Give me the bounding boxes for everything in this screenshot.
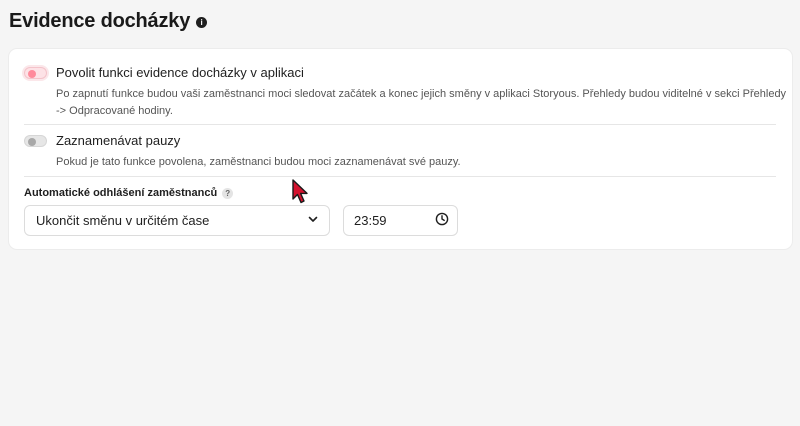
page-header: Evidence docházky i: [9, 10, 208, 33]
divider: [24, 124, 776, 125]
breaks-toggle[interactable]: [24, 135, 47, 147]
divider: [24, 176, 776, 177]
info-icon[interactable]: i: [196, 17, 208, 28]
attendance-description-line1: Po zapnutí funkce budou vaši zaměstnanci…: [56, 88, 787, 100]
page-title: Evidence docházky: [9, 10, 191, 32]
attendance-toggle-label: Povolit funkci evidence docházky v aplik…: [56, 65, 304, 80]
auto-logout-select-value: Ukončit směnu v určitém čase: [36, 213, 210, 228]
toggle-knob: [28, 70, 36, 78]
auto-logout-time-input[interactable]: 23:59: [343, 205, 458, 236]
chevron-down-icon: [307, 213, 319, 228]
attendance-description-line2: -> Odpracované hodiny.: [56, 105, 173, 117]
breaks-description: Pokud je tato funkce povolena, zaměstnan…: [56, 156, 461, 168]
settings-card: Povolit funkci evidence docházky v aplik…: [9, 49, 792, 249]
help-icon[interactable]: ?: [222, 187, 234, 199]
clock-icon[interactable]: [435, 212, 449, 229]
attendance-toggle[interactable]: [24, 67, 47, 79]
toggle-knob: [28, 138, 36, 146]
auto-logout-label: Automatické odhlášení zaměstnanců ?: [24, 187, 234, 199]
mouse-cursor-icon: [291, 179, 311, 210]
attendance-description: Po zapnutí funkce budou vaši zaměstnanci…: [56, 86, 786, 120]
auto-logout-select[interactable]: Ukončit směnu v určitém čase: [24, 205, 330, 236]
time-value: 23:59: [354, 213, 387, 228]
auto-logout-label-text: Automatické odhlášení zaměstnanců: [24, 187, 218, 199]
breaks-toggle-label: Zaznamenávat pauzy: [56, 133, 181, 148]
